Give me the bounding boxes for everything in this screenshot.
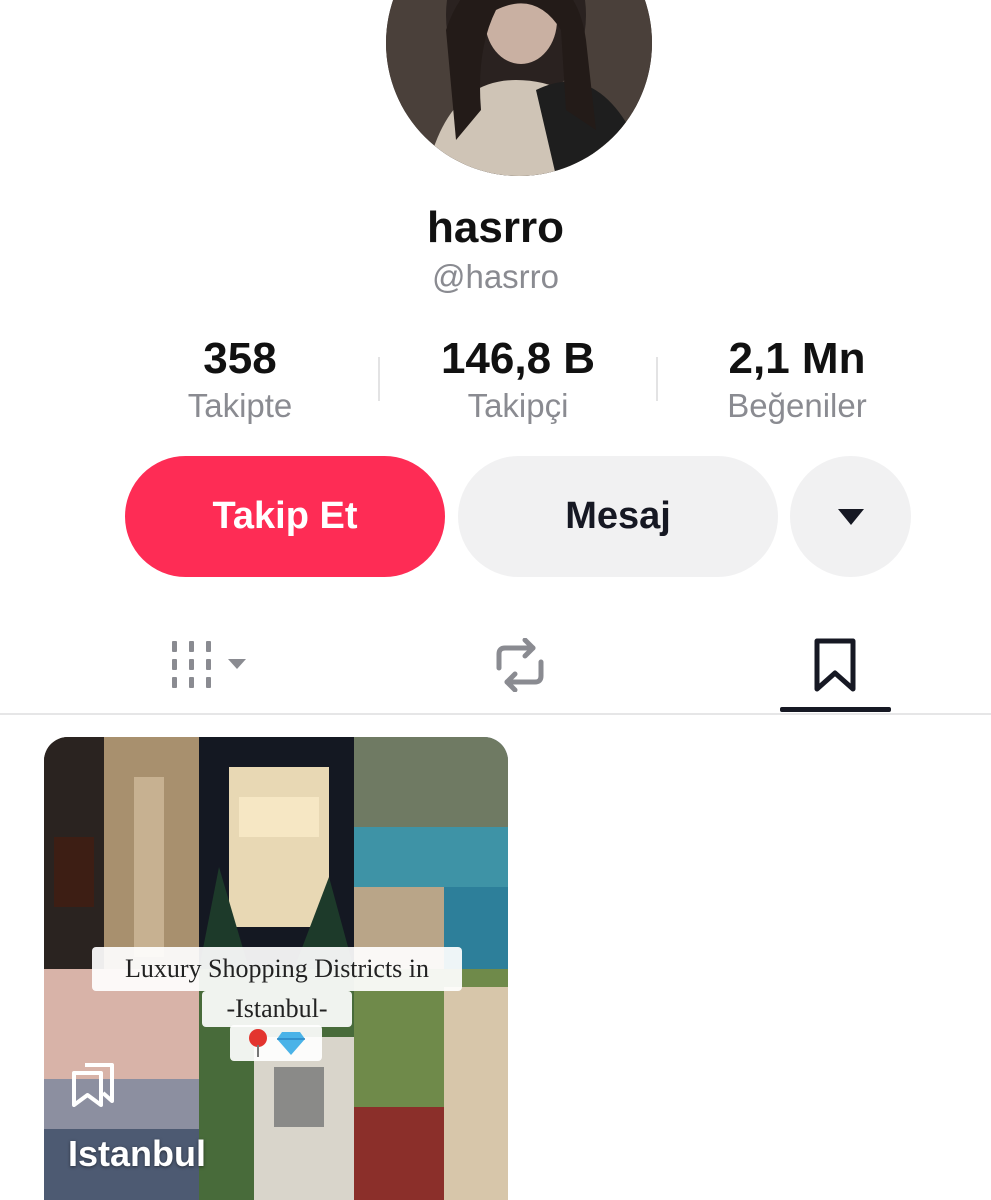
pin-icon	[249, 1029, 267, 1057]
tab-videos[interactable]	[140, 620, 280, 710]
profile-page: hasrro @hasrro 358 Takipte 146,8 B Takip…	[0, 0, 991, 1200]
active-tab-indicator	[780, 707, 891, 712]
tab-favorites[interactable]	[765, 620, 905, 710]
gem-icon	[277, 1032, 305, 1055]
stat-following-value: 358	[203, 334, 277, 383]
stat-divider	[378, 357, 380, 401]
collection-overlay-title: Luxury Shopping Districts in	[92, 947, 462, 991]
stat-following[interactable]: 358 Takipte	[140, 334, 340, 428]
stat-likes-value: 2,1 Mn	[728, 334, 866, 383]
bookmark-icon	[814, 638, 856, 692]
stat-divider	[656, 357, 658, 401]
tab-reposts[interactable]	[450, 620, 590, 710]
collection-icon	[72, 1063, 114, 1107]
caret-down-icon	[837, 508, 864, 525]
more-options-button[interactable]	[790, 456, 911, 577]
stat-followers[interactable]: 146,8 B Takipçi	[418, 334, 618, 428]
stat-likes[interactable]: 2,1 Mn Beğeniler	[697, 334, 897, 428]
collection-overlay-subtitle: -Istanbul-	[202, 991, 352, 1027]
videos-grid-icon	[172, 641, 246, 688]
stat-following-label: Takipte	[187, 387, 293, 424]
stat-followers-value: 146,8 B	[440, 334, 596, 383]
collection-overlay-emoji	[230, 1025, 322, 1061]
follow-button[interactable]: Takip Et	[125, 456, 445, 577]
avatar[interactable]	[386, 0, 652, 176]
collection-title: Istanbul	[68, 1133, 207, 1174]
username: @hasrro	[431, 258, 560, 295]
repost-icon	[496, 638, 544, 692]
collection-card[interactable]: Luxury Shopping Districts in -Istanbul- …	[44, 737, 508, 1200]
stat-followers-label: Takipçi	[467, 387, 569, 424]
tab-bar-divider	[0, 713, 991, 715]
stat-likes-label: Beğeniler	[727, 387, 867, 424]
display-name: hasrro	[427, 203, 564, 252]
message-button[interactable]: Mesaj	[458, 456, 778, 577]
